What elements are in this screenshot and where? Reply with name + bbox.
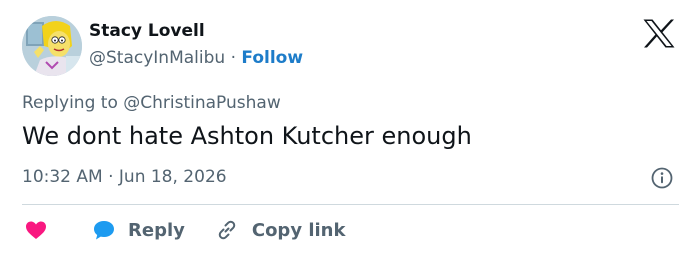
- like-button[interactable]: [22, 218, 48, 242]
- reply-label: Reply: [128, 219, 185, 241]
- divider: [22, 204, 679, 205]
- heart-icon: [26, 221, 46, 239]
- author-name[interactable]: Stacy Lovell: [89, 21, 205, 41]
- replying-to: Replying to @ChristinaPushaw: [22, 93, 281, 113]
- avatar[interactable]: [22, 16, 82, 76]
- info-icon[interactable]: [651, 167, 673, 189]
- reply-button[interactable]: Reply: [48, 218, 185, 242]
- replying-to-handle[interactable]: @ChristinaPushaw: [123, 93, 280, 113]
- link-icon: [218, 220, 236, 240]
- author-handle[interactable]: @StacyInMalibu: [89, 48, 225, 68]
- tweet-timestamp[interactable]: 10:32 AM · Jun 18, 2026: [22, 167, 227, 187]
- replying-to-prefix: Replying to: [22, 93, 124, 113]
- separator-dot: ·: [230, 48, 236, 68]
- author-handle-row: @StacyInMalibu · Follow: [89, 48, 303, 68]
- copy-link-label: Copy link: [251, 219, 346, 241]
- avatar-image: [22, 16, 82, 76]
- action-bar: Reply Copy link: [22, 216, 345, 244]
- follow-button[interactable]: Follow: [241, 48, 303, 68]
- speech-bubble-icon: [94, 221, 114, 240]
- tweet-text: We dont hate Ashton Kutcher enough: [22, 122, 472, 150]
- copy-link-button[interactable]: Copy link: [185, 218, 346, 242]
- x-logo-icon[interactable]: [643, 19, 675, 48]
